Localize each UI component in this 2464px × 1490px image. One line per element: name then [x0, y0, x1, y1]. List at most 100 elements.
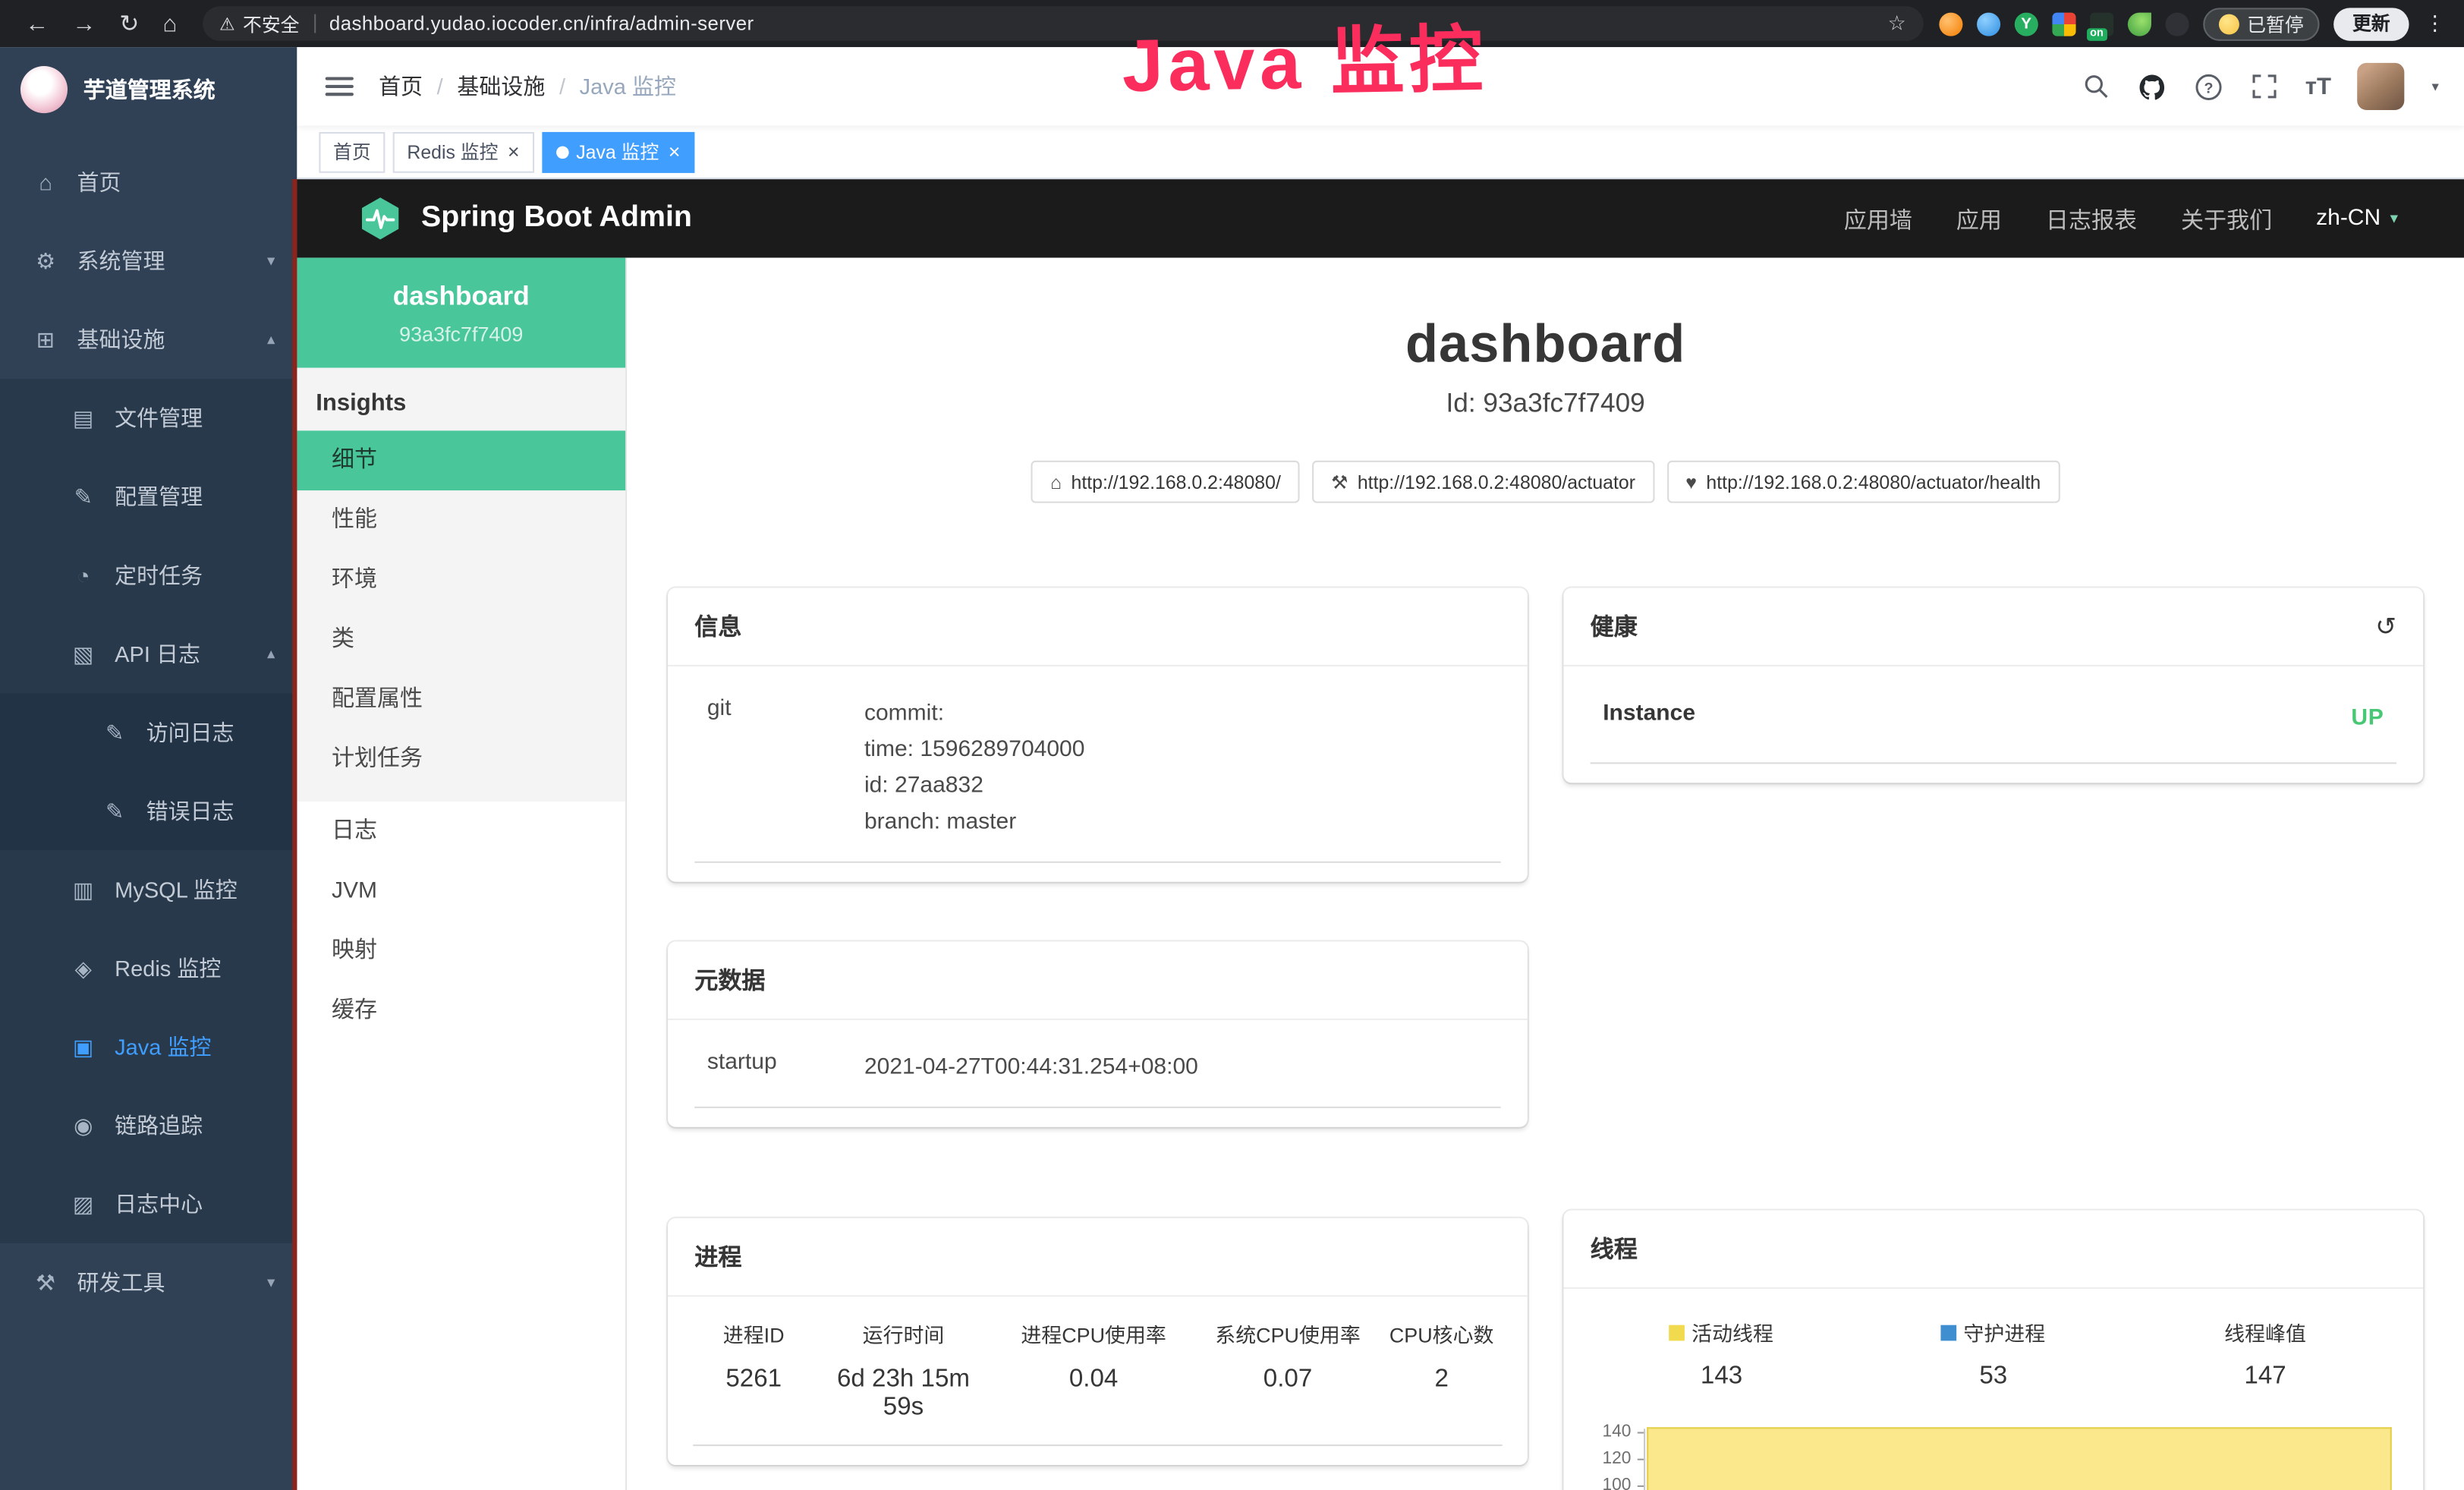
close-icon[interactable]: ×	[508, 141, 520, 162]
chevron-up-icon: ▴	[267, 331, 275, 348]
close-icon[interactable]: ×	[669, 141, 681, 162]
sba-menu-details[interactable]: 细节	[297, 430, 625, 490]
page-subtitle: Id: 93a3fc7f7409	[668, 388, 2423, 419]
sidebar-item-infrastructure[interactable]: ⊞基础设施▴	[0, 301, 297, 380]
paused-extension-chip[interactable]: 已暂停	[2203, 7, 2319, 39]
spring-boot-admin-frame: Spring Boot Admin 应用墙 应用 日志报表 关于我们 zh-CN…	[297, 179, 2464, 1490]
tab-label: Redis 监控	[407, 138, 498, 165]
tab-redis-monitor[interactable]: Redis 监控 ×	[393, 131, 534, 172]
tab-java-monitor[interactable]: Java 监控×	[542, 131, 694, 172]
sidebar-item-label: Redis 监控	[115, 953, 221, 984]
sidebar-item-file-mgmt[interactable]: ▤文件管理	[0, 379, 297, 458]
spider-extension-icon[interactable]	[2165, 12, 2189, 36]
sba-nav-wallboard[interactable]: 应用墙	[1844, 202, 1912, 235]
sidebar-item-system-mgmt[interactable]: ⚙系统管理▾	[0, 222, 297, 301]
health-url-link[interactable]: ♥http://192.168.0.2:48080/actuator/healt…	[1666, 461, 2060, 503]
legend-value: 143	[1585, 1362, 1857, 1391]
sidebar-item-tracing[interactable]: ◉链路追踪	[0, 1086, 297, 1165]
sidebar-item-label: 链路追踪	[115, 1110, 203, 1141]
sba-menu-jvm[interactable]: JVM	[297, 862, 625, 921]
y-extension-icon[interactable]: Y	[2015, 12, 2038, 36]
history-icon[interactable]: ↺	[2375, 611, 2396, 642]
legend-label: 线程峰值	[2224, 1317, 2306, 1347]
threads-card: 线程 活动线程 143 守护进程	[1563, 1211, 2423, 1490]
font-size-icon[interactable]: тT	[2305, 73, 2331, 99]
bookmark-star-icon[interactable]: ☆	[1888, 11, 1906, 36]
svg-text:?: ?	[2204, 79, 2213, 96]
sba-logo[interactable]: Spring Boot Admin	[357, 195, 692, 242]
user-avatar[interactable]	[2358, 63, 2405, 110]
breadcrumb-item-current: Java 监控	[580, 71, 676, 102]
sidebar-item-access-logs[interactable]: ✎访问日志	[0, 693, 297, 772]
warning-icon: ⚠	[219, 14, 234, 34]
sba-nav-journal[interactable]: 日志报表	[2046, 202, 2137, 235]
sidebar-item-cron-jobs[interactable]: ◔定时任务	[0, 536, 297, 615]
fullscreen-icon[interactable]	[2250, 72, 2278, 100]
sba-menu-mappings[interactable]: 映射	[297, 921, 625, 981]
water-drop-extension-icon[interactable]	[1977, 12, 2000, 36]
apps-grid-extension-icon[interactable]	[2052, 12, 2075, 36]
home-icon: ⌂	[1050, 471, 1062, 493]
tab-home[interactable]: 首页	[319, 131, 385, 172]
address-bar[interactable]: ⚠ 不安全 dashboard.yudao.iocoder.cn/infra/a…	[202, 6, 1923, 41]
sba-nav: 应用墙 应用 日志报表 关于我们 zh-CN▾	[1844, 202, 2398, 235]
info-value: commit: time: 1596289704000 id: 27aa832 …	[864, 696, 1488, 841]
url-text: dashboard.yudao.iocoder.cn/infra/admin-s…	[329, 13, 754, 35]
locale-select[interactable]: zh-CN▾	[2316, 206, 2398, 231]
sidebar-item-log-center[interactable]: ▨日志中心	[0, 1164, 297, 1243]
sidebar-toggle-icon[interactable]	[326, 77, 354, 96]
card-title: 健康	[1591, 610, 1638, 642]
cell-value: 0.04	[993, 1366, 1195, 1423]
sba-menu-performance[interactable]: 性能	[297, 490, 625, 550]
sba-nav-about[interactable]: 关于我们	[2181, 202, 2272, 235]
breadcrumb-item-infrastructure[interactable]: 基础设施	[457, 71, 545, 102]
sidebar-item-api-logs[interactable]: ▧API 日志▴	[0, 615, 297, 694]
sidebar-item-home[interactable]: ⌂首页	[0, 143, 297, 222]
sidebar-item-java-monitor[interactable]: ▣Java 监控	[0, 1007, 297, 1086]
insights-group-title: Insights	[297, 368, 625, 431]
sba-header: Spring Boot Admin 应用墙 应用 日志报表 关于我们 zh-CN…	[297, 179, 2464, 258]
metadata-value: 2021-04-27T00:44:31.254+08:00	[864, 1050, 1488, 1086]
sba-menu-scheduled-tasks[interactable]: 计划任务	[297, 729, 625, 789]
switch-extension-icon[interactable]: on	[2090, 12, 2113, 36]
reload-icon[interactable]: ↻	[119, 12, 139, 36]
app-logo[interactable]: 芋道管理系统	[0, 47, 297, 131]
sba-menu-environment[interactable]: 环境	[297, 550, 625, 610]
breadcrumb-item-home[interactable]: 首页	[379, 71, 423, 102]
document-icon: ▧	[69, 641, 97, 667]
column-header: 运行时间	[814, 1318, 993, 1348]
card-title: 进程	[694, 1240, 741, 1273]
sidebar-item-redis-monitor[interactable]: ◈Redis 监控	[0, 929, 297, 1008]
insights-group: Insights 细节 性能 环境 类 配置属性 计划任务	[297, 368, 625, 802]
legend-value: 53	[1858, 1362, 2129, 1391]
browser-update-button[interactable]: 更新	[2333, 7, 2409, 39]
leaf-extension-icon[interactable]	[2128, 12, 2151, 36]
sba-menu-caches[interactable]: 缓存	[297, 981, 625, 1041]
sidebar-item-label: 研发工具	[77, 1267, 165, 1298]
sidebar-item-label: 访问日志	[146, 717, 234, 748]
browser-home-icon[interactable]: ⌂	[162, 12, 177, 36]
sidebar-item-config-mgmt[interactable]: ✎配置管理	[0, 458, 297, 537]
gear-icon: ⚙	[31, 247, 59, 274]
sidebar-item-mysql-monitor[interactable]: ▥MySQL 监控	[0, 850, 297, 929]
sba-menu-logs[interactable]: 日志	[297, 802, 625, 862]
search-icon[interactable]	[2082, 72, 2110, 100]
forward-icon[interactable]: →	[72, 12, 96, 36]
sba-nav-applications[interactable]: 应用	[1956, 202, 2002, 235]
sidebar-item-error-logs[interactable]: ✎错误日志	[0, 772, 297, 851]
instance-header[interactable]: dashboard 93a3fc7f7409	[297, 258, 625, 368]
actuator-url-link[interactable]: ⚒http://192.168.0.2:48080/actuator	[1312, 461, 1654, 503]
sba-menu-classes[interactable]: 类	[297, 610, 625, 669]
sidebar-item-label: API 日志	[115, 638, 200, 669]
tampermonkey-extension-icon[interactable]	[1939, 12, 1962, 36]
back-icon[interactable]: ←	[25, 12, 49, 36]
instance-url-link[interactable]: ⌂http://192.168.0.2:48080/	[1031, 461, 1299, 503]
sba-menu-config-props[interactable]: 配置属性	[297, 669, 625, 729]
edit-icon: ✎	[101, 798, 129, 824]
sidebar-item-dev-tools[interactable]: ⚒研发工具▾	[0, 1243, 297, 1322]
browser-menu-icon[interactable]: ⋮	[2425, 11, 2445, 36]
info-key: git	[707, 696, 864, 841]
help-icon[interactable]: ?	[2194, 71, 2223, 101]
health-card: 健康 ↺ Instance UP	[1563, 587, 2423, 783]
github-icon[interactable]	[2137, 71, 2167, 101]
